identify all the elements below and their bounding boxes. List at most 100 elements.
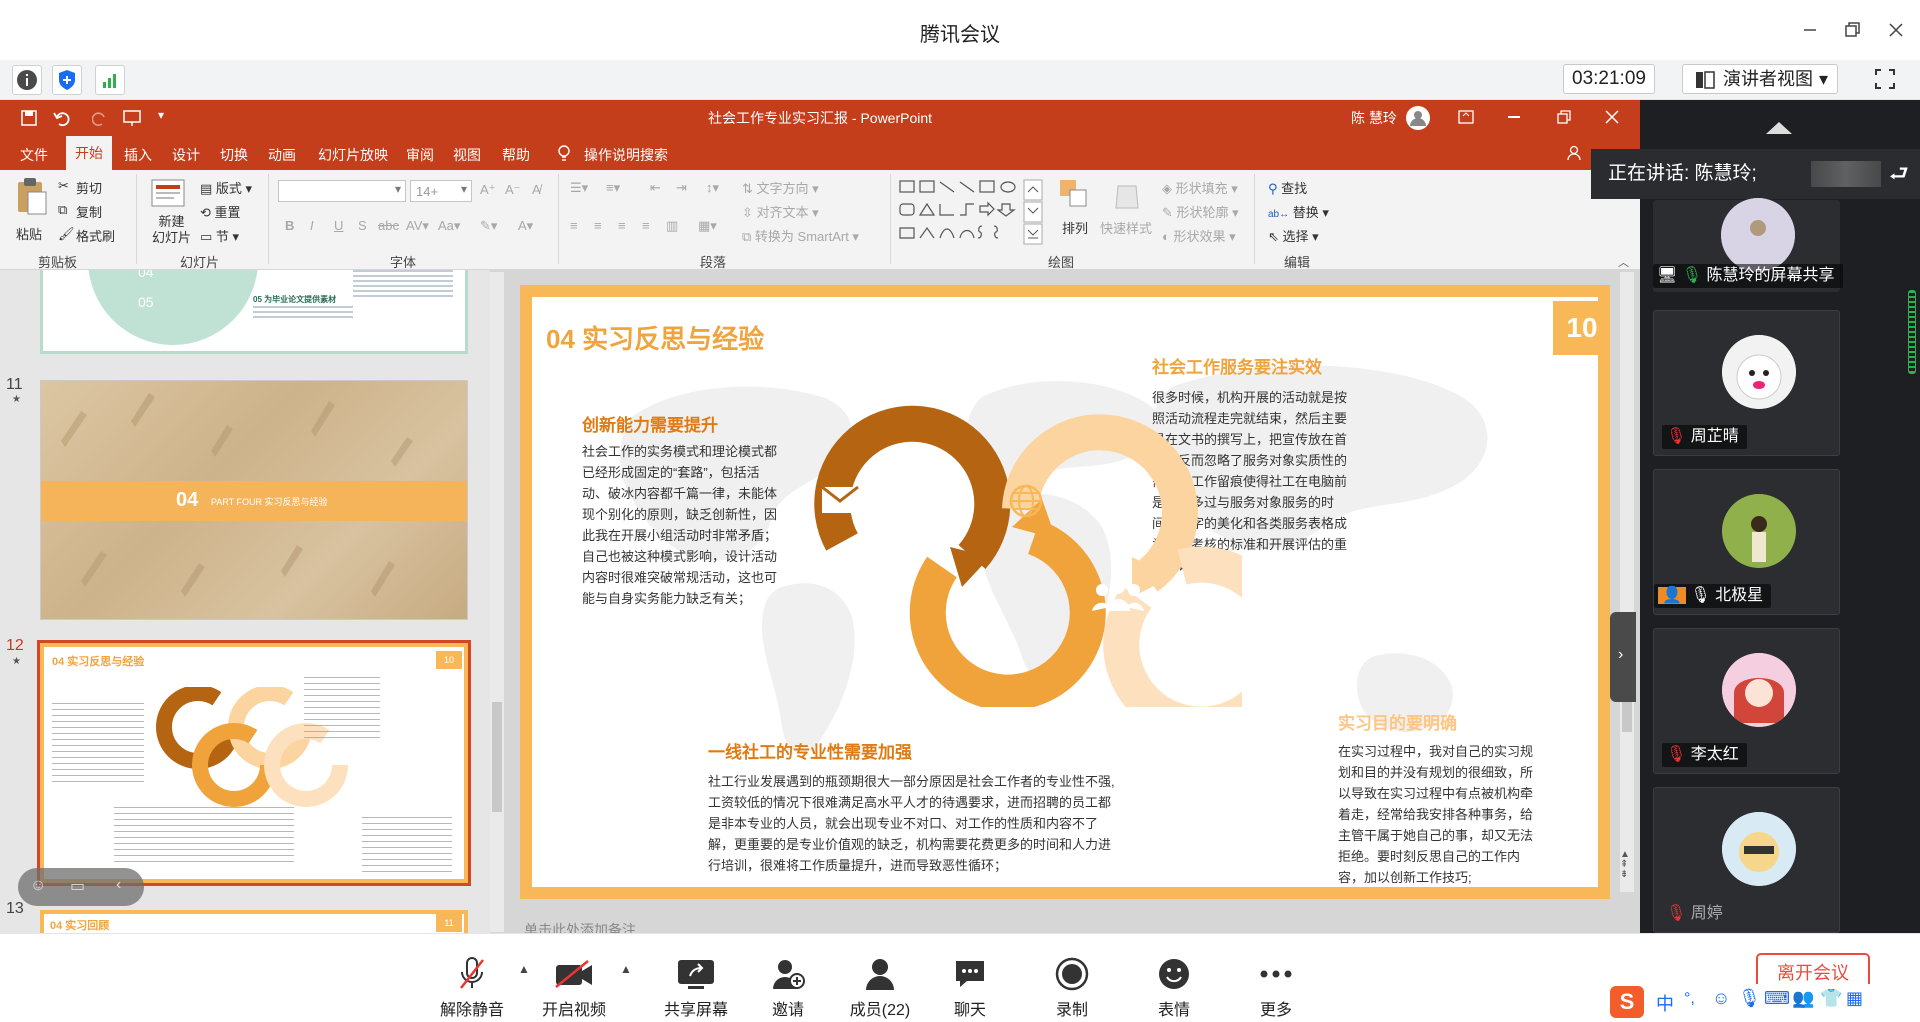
layout-button[interactable]: ▤ 版式 ▾ [200,178,252,197]
align-right-icon[interactable]: ≡ [618,218,626,233]
security-shield-icon[interactable] [52,65,82,95]
text-direction-button[interactable]: ⇅ 文字方向 ▾ [742,178,819,197]
video-tile-li-taihong[interactable]: 🎙 李太红 [1653,628,1840,774]
arrange-icon[interactable] [1058,178,1090,212]
video-tile-zhou-ting[interactable]: 🎙 周婷 [1653,787,1840,933]
tab-slideshow[interactable]: 幻灯片放映 [318,145,388,165]
strikethrough-icon[interactable]: abc [378,218,399,233]
collapse-ribbon-icon[interactable]: ︿ [1618,254,1629,270]
audio-options-chevron-icon[interactable]: ▲ [518,962,530,976]
columns-icon[interactable]: ▦▾ [698,218,717,234]
unmute-button[interactable]: 解除静音 [432,952,512,1020]
shape-outline-button[interactable]: ✎ 形状轮廓 ▾ [1162,202,1239,221]
expand-panel-handle[interactable]: › [1610,612,1636,702]
bullets-icon[interactable]: ☰▾ [570,180,588,196]
tab-design[interactable]: 设计 [172,145,200,165]
thumbnail-slide-13[interactable]: 04 实习回顾 11 [40,910,468,933]
skin-icon[interactable]: 👕 [1820,988,1842,1009]
thumbs-scrollbar[interactable] [490,272,504,932]
cut-button[interactable]: 剪切 [76,178,102,197]
font-name-select[interactable]: ▾ [278,180,406,202]
save-icon[interactable] [20,109,38,127]
find-button[interactable]: ⚲ 查找 [1268,178,1307,197]
keyboard-icon[interactable]: ⌨ [1764,988,1790,1009]
collapse-speaking-icon[interactable]: ⮐ [1889,149,1909,199]
user-avatar-icon[interactable] [1405,105,1431,131]
start-video-button[interactable]: 开启视频 [534,952,614,1020]
shapes-gallery[interactable] [898,178,1048,246]
justify-icon[interactable]: ≡ [642,218,650,233]
minimize-icon[interactable] [1796,16,1824,44]
copy-button[interactable]: 复制 [76,202,102,221]
section-button[interactable]: ▭ 节 ▾ [200,226,239,245]
ribbon-display-icon[interactable] [1458,110,1474,124]
chat-button[interactable]: 聊天 [930,952,1010,1020]
smartart-button[interactable]: ⧉ 转换为 SmartArt ▾ [742,226,859,245]
invite-button[interactable]: 邀请 [748,952,828,1020]
notes-pane[interactable]: 单击此处添加备注 [524,920,1224,933]
paste-button[interactable]: 粘贴 [16,224,42,243]
customize-qat-icon[interactable]: ▾ [158,108,164,122]
paste-icon[interactable] [14,176,48,218]
shape-effects-button[interactable]: ◐ 形状效果 ▾ [1162,226,1236,245]
collapse-icon[interactable]: ‹ [116,876,121,894]
smile-icon[interactable]: ☺ [30,877,46,895]
redo-icon[interactable] [92,109,110,127]
signal-icon[interactable] [95,65,125,95]
voice-icon[interactable]: 🎙 [1738,988,1761,1009]
ime-toolbar[interactable]: S 中 °, ☺ 🎙 ⌨ 👥 👕 ▦ [1608,984,1920,1020]
shadow-icon[interactable]: S [358,218,367,233]
quick-styles-button[interactable]: 快速样式 [1100,218,1152,237]
distribute-icon[interactable]: ▥ [666,218,678,234]
punctuation-icon[interactable]: °, [1684,990,1695,1008]
numbering-icon[interactable]: ≡▾ [606,180,620,196]
new-slide-button[interactable]: 新建 幻灯片 [152,214,191,246]
toolbox-icon[interactable]: ▦ [1846,988,1863,1009]
restore-icon[interactable] [1838,16,1866,44]
close-icon[interactable] [1882,16,1910,44]
video-tile-screenshare[interactable]: 🖥 🎙 陈慧玲的屏幕共享 [1653,198,1843,292]
comment-icon[interactable]: ▭ [70,876,85,896]
decrease-font-icon[interactable]: A⁻ [505,182,521,198]
share-screen-button[interactable]: 共享屏幕 [646,952,746,1020]
thumbnail-slide-10[interactable]: 04 05 05 为毕业论文提供素材 [40,270,468,354]
align-text-button[interactable]: ⇳ 对齐文本 ▾ [742,202,819,221]
ppt-close-icon[interactable] [1605,110,1619,124]
cut-icon[interactable]: ✂ [58,178,69,194]
video-tile-zhou-zhiqing[interactable]: 🎙 周芷晴 [1653,310,1840,456]
tab-review[interactable]: 审阅 [406,145,434,165]
tell-me-search[interactable]: 操作说明搜索 [584,145,668,165]
scrollbar-thumb[interactable] [492,702,502,812]
page-nav-arrows[interactable]: ▲ ⇞ ⇟ [1620,850,1632,894]
format-painter-button[interactable]: 格式刷 [76,226,115,245]
tab-view[interactable]: 视图 [453,145,481,165]
view-mode-select[interactable]: 演讲者视图 ▾ [1682,64,1838,94]
thumbnail-slide-12-selected[interactable]: 04 实习反思与经验 10 [37,640,471,886]
change-case-icon[interactable]: Aa▾ [438,218,460,234]
shape-fill-button[interactable]: ◈ 形状填充 ▾ [1162,178,1238,197]
font-size-select[interactable]: 14+ ▾ [410,180,472,202]
reactions-button[interactable]: 表情 [1134,952,1214,1020]
tab-home[interactable]: 开始 [66,136,112,170]
tab-file[interactable]: 文件 [20,145,48,165]
ppt-minimize-icon[interactable] [1508,116,1520,118]
replace-button[interactable]: ab↔ 替换 ▾ [1268,202,1329,221]
users-icon[interactable]: 👥 [1792,988,1814,1009]
ppt-restore-icon[interactable] [1557,110,1571,124]
members-button[interactable]: 成员(22) [840,952,920,1020]
char-spacing-icon[interactable]: AV▾ [406,218,429,234]
slide-canvas[interactable]: 04 实习反思与经验 10 创新能力需要提升 社会工作的实务模式和理论模式都已经… [520,285,1610,899]
align-center-icon[interactable]: ≡ [594,218,602,233]
tab-insert[interactable]: 插入 [124,145,152,165]
increase-font-icon[interactable]: A⁺ [480,182,496,198]
floating-reaction-pill[interactable]: ☺ ▭ ‹ [18,868,144,906]
align-left-icon[interactable]: ≡ [570,218,578,233]
undo-icon[interactable] [52,109,76,127]
increase-indent-icon[interactable]: ⇥ [676,180,687,196]
editor-scrollbar[interactable] [1620,272,1634,892]
line-spacing-icon[interactable]: ↕▾ [706,180,719,196]
bold-icon[interactable]: B [285,218,294,233]
arrange-button[interactable]: 排列 [1062,218,1088,237]
video-options-chevron-icon[interactable]: ▲ [620,962,632,976]
share-person-icon[interactable] [1567,145,1585,161]
